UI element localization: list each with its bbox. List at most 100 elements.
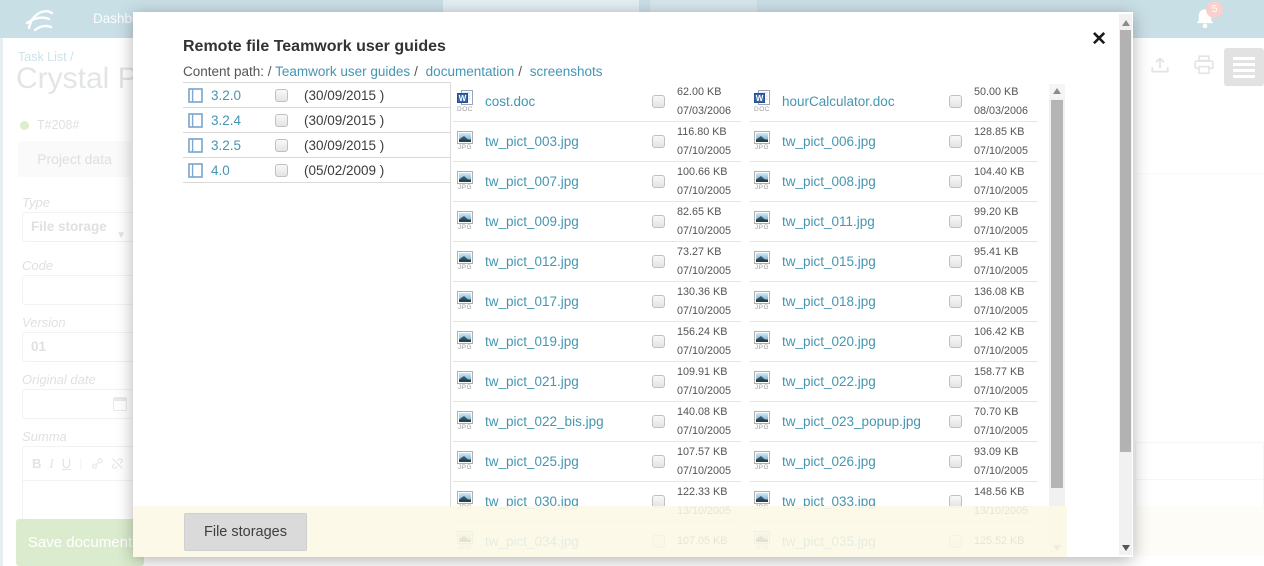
file-link[interactable]: tw_pict_020.jpg (782, 334, 949, 349)
folder-date: (05/02/2009 ) (304, 163, 384, 178)
file-checkbox[interactable] (949, 335, 962, 348)
jpg-ext-label: JPG (458, 185, 472, 192)
file-link[interactable]: hourCalculator.doc (782, 94, 949, 109)
file-checkbox[interactable] (652, 255, 665, 268)
file-checkbox[interactable] (652, 215, 665, 228)
folder-link[interactable]: 3.2.4 (211, 113, 275, 128)
folder-checkbox[interactable] (275, 164, 288, 177)
dialog-scrollbar[interactable] (1119, 14, 1132, 555)
folder-checkbox[interactable] (275, 139, 288, 152)
scroll-up-icon[interactable] (1119, 16, 1132, 28)
doc-file-icon: W DOC (453, 90, 477, 114)
file-row: W DOC JPG tw_pict_026.jpg 93.09 KB 07/10… (750, 442, 1038, 482)
file-link[interactable]: tw_pict_009.jpg (485, 214, 652, 229)
file-date: 07/10/2005 (677, 142, 741, 161)
file-link[interactable]: tw_pict_022_bis.jpg (485, 414, 652, 429)
file-checkbox[interactable] (652, 335, 665, 348)
file-info: 140.08 KB 07/10/2005 (677, 403, 741, 441)
file-checkbox[interactable] (949, 135, 962, 148)
file-checkbox[interactable] (652, 295, 665, 308)
file-size: 95.41 KB (974, 243, 1038, 262)
jpg-file-icon: JPG (750, 251, 774, 272)
path-link[interactable]: screenshots (530, 64, 603, 79)
jpg-ext-label: JPG (458, 465, 472, 472)
jpg-file-icon: JPG (750, 211, 774, 232)
jpg-file-icon: JPG (750, 331, 774, 352)
file-link[interactable]: tw_pict_026.jpg (782, 454, 949, 469)
file-link[interactable]: tw_pict_007.jpg (485, 174, 652, 189)
file-date: 07/03/2006 (677, 102, 741, 121)
file-link[interactable]: tw_pict_025.jpg (485, 454, 652, 469)
file-checkbox[interactable] (652, 455, 665, 468)
file-checkbox[interactable] (949, 215, 962, 228)
file-link[interactable]: tw_pict_012.jpg (485, 254, 652, 269)
scrollbar-thumb[interactable] (1120, 30, 1131, 452)
file-checkbox[interactable] (949, 175, 962, 188)
file-link[interactable]: tw_pict_021.jpg (485, 374, 652, 389)
folder-row: 4.0 (05/02/2009 ) (183, 158, 450, 183)
file-size: 73.27 KB (677, 243, 741, 262)
file-row: W DOC JPG tw_pict_012.jpg 73.27 KB 07/10… (453, 242, 741, 282)
file-link[interactable]: tw_pict_008.jpg (782, 174, 949, 189)
scrollbar-thumb[interactable] (1051, 100, 1063, 488)
file-list-scrollbar[interactable] (1049, 84, 1065, 556)
scroll-up-icon[interactable] (1049, 84, 1065, 99)
jpg-ext-label: JPG (755, 185, 769, 192)
close-icon[interactable]: ✕ (1091, 30, 1107, 49)
file-row: W DOC JPG tw_pict_019.jpg 156.24 KB 07/1… (453, 322, 741, 362)
file-link[interactable]: tw_pict_022.jpg (782, 374, 949, 389)
file-link[interactable]: tw_pict_018.jpg (782, 294, 949, 309)
file-size: 130.36 KB (677, 283, 741, 302)
file-row: W DOC JPG tw_pict_006.jpg 128.85 KB 07/1… (750, 122, 1038, 162)
folder-link[interactable]: 4.0 (211, 163, 275, 178)
file-checkbox[interactable] (949, 415, 962, 428)
folder-link[interactable]: 3.2.5 (211, 138, 275, 153)
file-date: 07/10/2005 (974, 302, 1038, 321)
file-info: 93.09 KB 07/10/2005 (974, 443, 1038, 481)
file-checkbox[interactable] (652, 175, 665, 188)
file-link[interactable]: tw_pict_017.jpg (485, 294, 652, 309)
folder-checkbox[interactable] (275, 114, 288, 127)
folder-icon (188, 88, 203, 103)
folder-checkbox[interactable] (275, 89, 288, 102)
path-separator: / (518, 64, 522, 79)
file-info: 130.36 KB 07/10/2005 (677, 283, 741, 321)
file-checkbox[interactable] (949, 295, 962, 308)
file-checkbox[interactable] (949, 375, 962, 388)
doc-ext-label: DOC (457, 107, 473, 114)
jpg-ext-label: JPG (458, 265, 472, 272)
file-link[interactable]: cost.doc (485, 94, 652, 109)
file-link[interactable]: tw_pict_023_popup.jpg (782, 414, 949, 429)
file-row: W DOC JPG tw_pict_020.jpg 106.42 KB 07/1… (750, 322, 1038, 362)
folder-link[interactable]: 3.2.0 (211, 88, 275, 103)
file-size: 104.40 KB (974, 163, 1038, 182)
file-info: 116.80 KB 07/10/2005 (677, 123, 741, 161)
doc-file-icon: W DOC (750, 90, 774, 114)
file-size: 100.66 KB (677, 163, 741, 182)
file-checkbox[interactable] (949, 455, 962, 468)
file-size: 82.65 KB (677, 203, 741, 222)
file-date: 07/10/2005 (974, 422, 1038, 441)
file-date: 07/10/2005 (974, 262, 1038, 281)
scroll-down-icon[interactable] (1119, 541, 1132, 553)
path-link[interactable]: Teamwork user guides (275, 64, 410, 79)
path-separator: / (414, 64, 418, 79)
path-link[interactable]: documentation (426, 64, 515, 79)
file-link[interactable]: tw_pict_006.jpg (782, 134, 949, 149)
file-link[interactable]: tw_pict_019.jpg (485, 334, 652, 349)
file-info: 109.91 KB 07/10/2005 (677, 363, 741, 401)
file-date: 07/10/2005 (677, 302, 741, 321)
file-checkbox[interactable] (652, 95, 665, 108)
file-row: W DOC JPG tw_pict_015.jpg 95.41 KB 07/10… (750, 242, 1038, 282)
jpg-ext-label: JPG (755, 465, 769, 472)
file-checkbox[interactable] (949, 95, 962, 108)
file-link[interactable]: tw_pict_011.jpg (782, 214, 949, 229)
file-checkbox[interactable] (652, 135, 665, 148)
file-checkbox[interactable] (652, 375, 665, 388)
file-checkbox[interactable] (949, 255, 962, 268)
file-date: 07/10/2005 (677, 462, 741, 481)
file-storages-button[interactable]: File storages (184, 513, 307, 551)
file-link[interactable]: tw_pict_003.jpg (485, 134, 652, 149)
file-link[interactable]: tw_pict_015.jpg (782, 254, 949, 269)
file-checkbox[interactable] (652, 415, 665, 428)
